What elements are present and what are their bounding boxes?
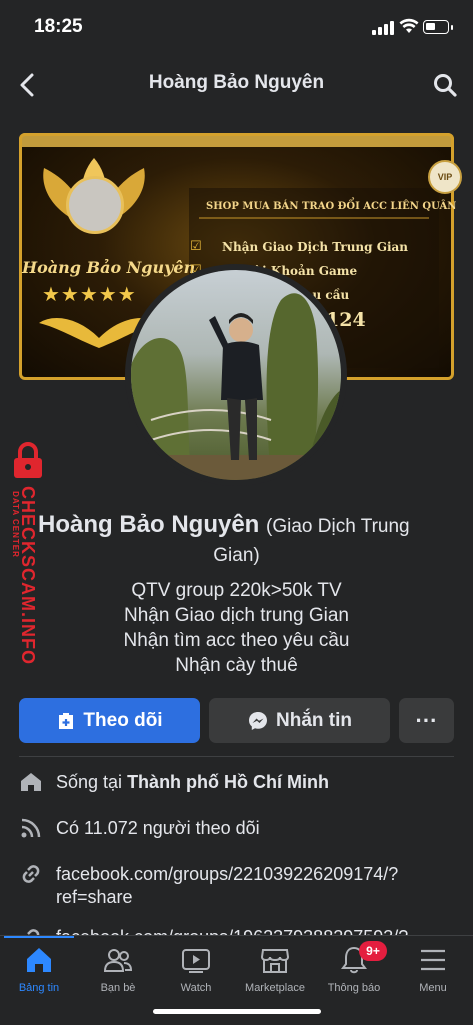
more-options-button[interactable]: ··· [399, 698, 454, 743]
active-tab-indicator [4, 936, 74, 938]
tab-friends-label: Bạn bè [100, 982, 136, 994]
bio-line-1: QTV group 220k>50k TV [131, 580, 342, 601]
cover-vip-badge: VIP [428, 160, 462, 194]
messenger-icon [249, 711, 267, 730]
battery-icon [423, 20, 449, 34]
search-icon[interactable] [432, 72, 458, 98]
status-time: 18:25 [34, 16, 83, 37]
tab-feed[interactable]: Bảng tin [0, 945, 79, 994]
profile-picture[interactable] [131, 270, 341, 480]
home-icon [21, 773, 41, 791]
cover-name-text: Hoàng Bảo Nguyên [22, 258, 196, 277]
notification-count-badge: 9+ [359, 941, 387, 961]
website-link-line-2: ref=share [56, 887, 133, 907]
home-indicator [153, 1009, 321, 1014]
tab-menu[interactable]: Menu [393, 945, 473, 994]
checkbox-icon: ☑ [190, 238, 202, 253]
tab-watch-label: Watch [180, 982, 212, 994]
bio-line-4: Nhận cày thuê [175, 655, 298, 676]
menu-icon [421, 949, 445, 971]
follow-label: Theo dõi [83, 709, 163, 731]
divider [19, 756, 454, 757]
profile-name: Hoàng Bảo Nguyên (Giao Dịch Trung [38, 510, 458, 542]
tab-feed-label: Bảng tin [18, 982, 60, 994]
follow-icon [59, 712, 74, 729]
profile-alt-name: (Giao Dịch Trung [266, 516, 410, 537]
follow-button[interactable]: Theo dõi [19, 698, 200, 743]
website-link[interactable]: facebook.com/groups/221039226209174/? re… [56, 863, 398, 909]
page-title: Hoàng Bảo Nguyên [148, 72, 325, 93]
home-icon [27, 948, 51, 972]
link-icon [22, 865, 40, 883]
cover-line-1: Nhận Giao Dịch Trung Gian [222, 240, 409, 254]
lock-icon [14, 442, 42, 478]
lives-city[interactable]: Thành phố Hồ Chí Minh [127, 772, 329, 792]
website-link-line-1: facebook.com/groups/221039226209174/? [56, 864, 399, 884]
tab-marketplace-label: Marketplace [245, 982, 305, 994]
message-label: Nhắn tin [276, 709, 352, 731]
wifi-icon [399, 18, 419, 33]
cover-avatar-image [66, 176, 124, 234]
profile-alt-name-cont: Gian) [213, 545, 260, 566]
tab-watch[interactable]: Watch [156, 945, 236, 994]
followers-text: Có 11.072 người theo dõi [56, 818, 260, 838]
message-button[interactable]: Nhắn tin [209, 698, 390, 743]
tab-friends[interactable]: Bạn bè [78, 945, 158, 994]
marketplace-icon [260, 949, 290, 973]
cover-shop-title: SHOP MUA BÁN TRAO ĐỔI ACC LIÊN QUÂN [206, 201, 457, 212]
profile-photo-scene [131, 293, 341, 480]
tab-marketplace[interactable]: Marketplace [235, 945, 315, 994]
lives-in-text: Sống tại Thành phố Hồ Chí Minh [56, 771, 329, 794]
cover-stars: ★★★★★ [42, 284, 137, 306]
tab-menu-label: Menu [419, 982, 447, 994]
tab-notifications-label: Thông báo [327, 982, 381, 994]
lives-prefix: Sống tại [56, 772, 128, 792]
friends-icon [103, 949, 133, 972]
profile-name-text: Hoàng Bảo Nguyên [38, 511, 260, 538]
battery-tip [451, 25, 453, 30]
cellular-signal-icon [372, 21, 394, 35]
bio-line-2: Nhận Giao dịch trung Gian [124, 605, 349, 626]
watch-icon [182, 949, 210, 973]
bio-line-3: Nhận tìm acc theo yêu cầu [123, 630, 350, 651]
rss-icon [21, 818, 41, 838]
